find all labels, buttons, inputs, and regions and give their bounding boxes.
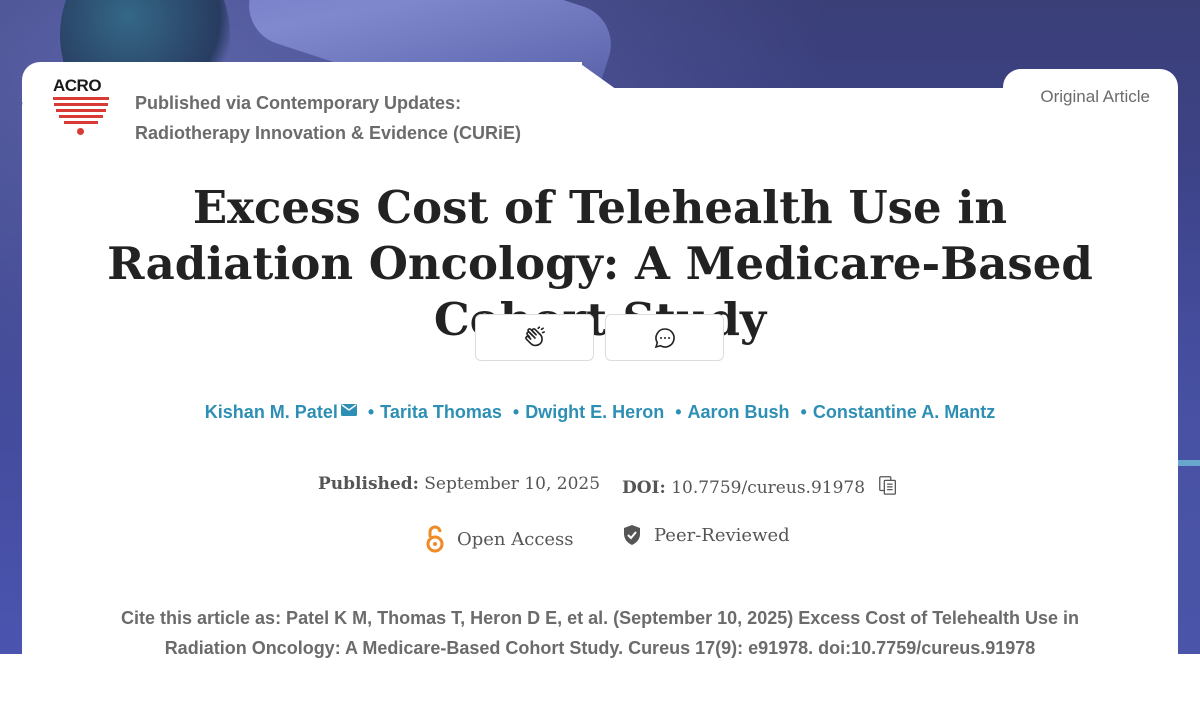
peer-reviewed-label: Peer-Reviewed [654, 524, 790, 546]
citation: Cite this article as: Patel K M, Thomas … [121, 608, 1079, 658]
open-access-badge: Open Access [425, 524, 574, 554]
doi: DOI: 10.7759/cureus.91978 [622, 474, 899, 501]
comment-icon [654, 327, 675, 348]
author-separator: • [800, 402, 807, 422]
author-link[interactable]: Kishan M. Patel [205, 402, 338, 422]
logo-stripe [64, 121, 98, 124]
logo-stripe [59, 115, 103, 118]
author-separator: • [512, 402, 520, 422]
publisher-info[interactable]: Published via Contemporary Updates: Radi… [135, 88, 521, 148]
author-separator: • [367, 402, 375, 422]
author-link[interactable]: Tarita Thomas [380, 402, 502, 422]
comment-button[interactable] [605, 314, 724, 361]
author-link[interactable]: Dwight E. Heron [525, 402, 664, 422]
publisher-line: Radiotherapy Innovation & Evidence (CURi… [135, 123, 522, 143]
peer-reviewed-badge: Peer-Reviewed [622, 524, 790, 546]
author-list: Kishan M. Patel • Tarita Thomas • Dwight E… [100, 402, 1100, 423]
author-link[interactable]: Aaron Bush [688, 402, 790, 422]
published-value: September 10, 2025 [424, 474, 601, 494]
logo-text: ACRO [53, 76, 102, 95]
article-card [22, 88, 1178, 688]
clap-icon [524, 325, 545, 346]
copy-icon[interactable] [877, 474, 899, 501]
mail-icon[interactable] [340, 400, 357, 421]
acro-logo[interactable]: ACRO [53, 77, 109, 143]
logo-stripe [53, 97, 109, 100]
logo-stripe [54, 103, 108, 106]
publisher-line: Published via Contemporary Updates: [135, 93, 462, 113]
published-date: Published: September 10, 2025 [318, 474, 600, 494]
published-label: Published: [318, 474, 419, 494]
open-access-label: Open Access [457, 528, 574, 550]
author-link[interactable]: Constantine A. Mantz [813, 402, 995, 422]
article-type-label: Original Article [1040, 87, 1150, 106]
open-lock-icon [426, 525, 444, 553]
logo-stripe [56, 109, 106, 112]
logo-dot [77, 128, 84, 135]
author-separator: • [675, 402, 682, 422]
clap-button[interactable] [475, 314, 594, 361]
doi-value: 10.7759/cureus.91978 [671, 477, 866, 498]
doi-label: DOI: [622, 477, 666, 498]
article-title: Excess Cost of Telehealth Use in Radiati… [107, 181, 1093, 346]
shield-check-icon [624, 525, 640, 545]
